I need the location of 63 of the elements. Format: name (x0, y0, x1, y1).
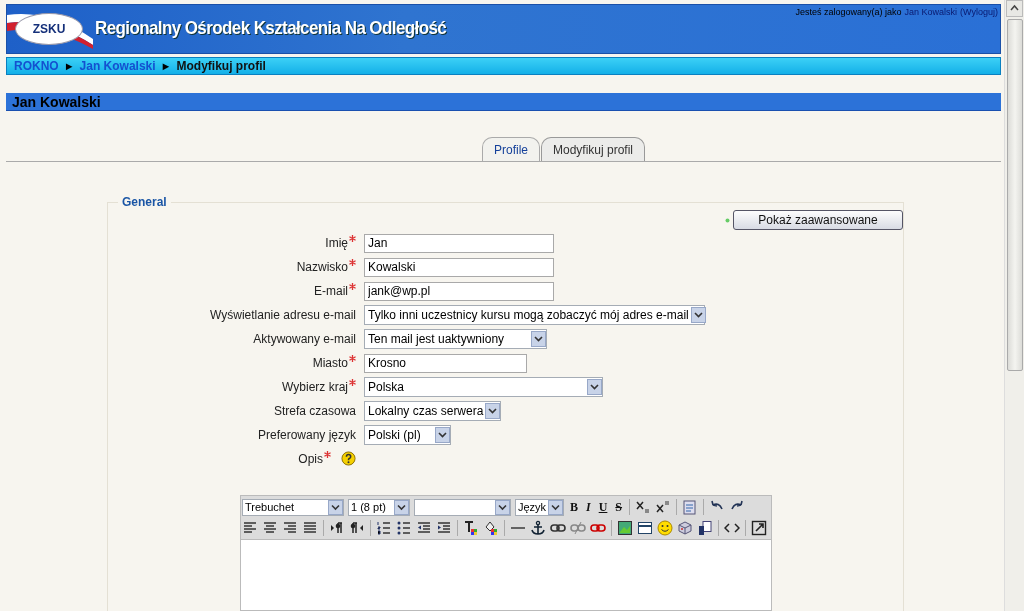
ltr-icon[interactable] (329, 520, 345, 536)
dropdown[interactable]: Lokalny czas serwera (364, 401, 502, 421)
toolbar-dropdown[interactable]: Język (515, 498, 564, 516)
required-icon (725, 217, 730, 223)
align-right-icon[interactable] (282, 520, 298, 536)
format-button[interactable]: I (584, 499, 593, 515)
bullet-list-icon[interactable] (396, 520, 412, 536)
field-label: Wybierz kraj (282, 380, 348, 394)
scroll-up-icon[interactable] (1006, 0, 1023, 17)
text-color-icon[interactable] (463, 520, 479, 536)
indent-icon[interactable] (436, 520, 452, 536)
field-label: Strefa czasowa (273, 404, 356, 418)
superscript-icon[interactable] (655, 499, 672, 515)
field-label: Opis (298, 452, 323, 466)
toolbar-dropdown[interactable]: Trebuchet (242, 498, 344, 516)
text-field[interactable]: Jan (364, 233, 554, 253)
subscript-icon[interactable] (635, 499, 652, 515)
toolbar-dropdown[interactable]: 1 (8 pt) (348, 498, 410, 516)
align-left-icon[interactable] (242, 520, 258, 536)
page-heading: Jan Kowalski (6, 93, 1001, 111)
text-field[interactable]: jank@wp.pl (364, 281, 554, 301)
breadcrumb-separator: ► (63, 60, 75, 73)
scrollbar[interactable] (1004, 0, 1024, 611)
smiley-icon[interactable] (657, 520, 673, 536)
field-label: Preferowany język (257, 428, 356, 442)
format-button[interactable]: S (613, 499, 625, 515)
numbered-list-icon[interactable] (376, 520, 392, 536)
cube-icon[interactable] (677, 520, 693, 536)
justify-icon[interactable] (302, 520, 318, 536)
field-label: E-mail (314, 284, 348, 298)
dropdown[interactable]: Polska (364, 377, 603, 397)
rtl-icon[interactable] (349, 520, 365, 536)
field-label: Aktywowany e-mail (253, 332, 356, 346)
site-title: Regionalny Ośrodek Kształcenia Na Odległość (95, 18, 447, 40)
field-label: Nazwisko (296, 260, 348, 274)
replace-icon[interactable] (697, 520, 713, 536)
fill-color-icon[interactable] (483, 520, 499, 536)
field-label: Miasto (312, 356, 348, 370)
tab[interactable]: Profile (481, 137, 540, 161)
table-icon[interactable] (637, 520, 653, 536)
text-field[interactable]: Kowalski (364, 257, 554, 277)
text-field[interactable]: Krosno (364, 353, 527, 373)
advanced-button[interactable]: Pokaż zaawansowane (733, 210, 903, 230)
image-icon[interactable] (617, 520, 633, 536)
dropdown[interactable]: Tylko inni uczestnicy kursu mogą zobaczyć mój adres e-mail (364, 305, 705, 325)
dropdown[interactable]: Polski (pl) (364, 425, 451, 445)
format-button[interactable]: B (568, 499, 580, 515)
align-center-icon[interactable] (262, 520, 278, 536)
field-label: Wyświetlanie adresu e-mail (210, 308, 356, 322)
field-label: Imię (325, 236, 348, 250)
logo-text: ZSKU (15, 13, 83, 45)
tab[interactable]: Modyfikuj profil (541, 137, 645, 161)
section-legend: General (118, 195, 171, 209)
anchor-icon[interactable] (530, 520, 546, 536)
scrollbar-thumb[interactable] (1006, 19, 1023, 371)
breadcrumb-separator: ► (160, 60, 172, 73)
login-info: Jesteś zalogowany(a) jako (795, 7, 902, 17)
breadcrumb-current[interactable]: Modyfikuj profil (176, 59, 266, 74)
dropdown[interactable]: Ten mail jest uaktywniony (364, 329, 547, 349)
format-button[interactable]: U (596, 499, 610, 515)
help-icon[interactable] (341, 451, 356, 466)
outdent-icon[interactable] (416, 520, 432, 536)
fullscreen-icon[interactable] (751, 520, 767, 536)
